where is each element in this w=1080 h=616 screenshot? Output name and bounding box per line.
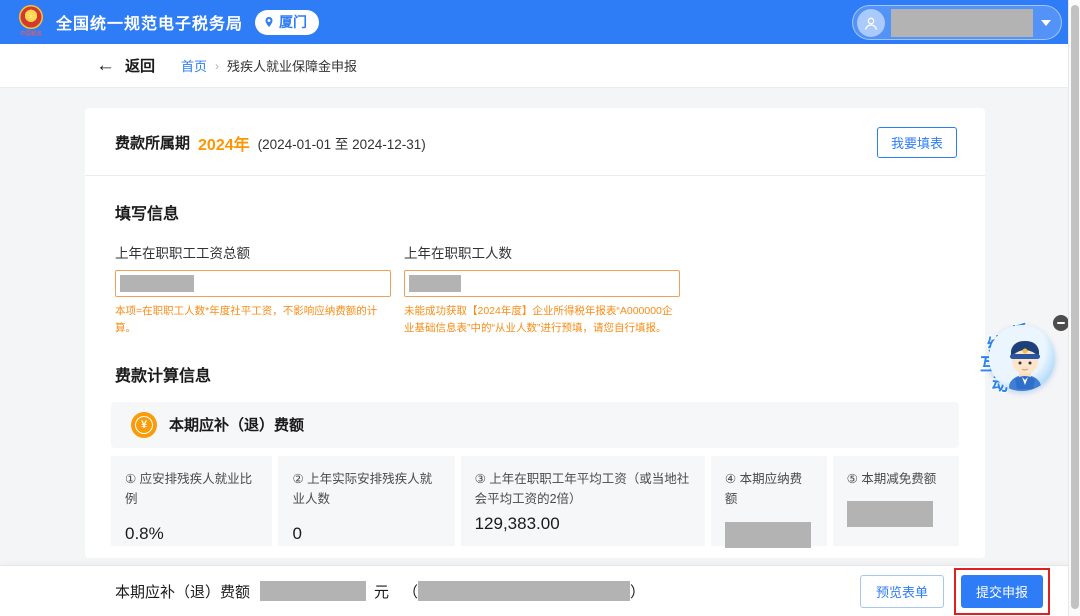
tax-bureau-logo: 中国税务	[14, 5, 48, 40]
redacted-value	[847, 501, 933, 527]
calc-cell-reduction: ⑤ 本期减免费额	[833, 456, 959, 546]
tax-emblem-icon	[19, 5, 43, 29]
user-avatar-icon	[857, 9, 885, 37]
redacted-amount	[260, 581, 366, 601]
breadcrumb-separator: ›	[215, 59, 219, 73]
redacted-value	[725, 522, 811, 548]
employee-count-label: 上年在职职工人数	[404, 242, 680, 262]
mascot-avatar[interactable]	[989, 325, 1055, 391]
declaration-card: 费款所属期 2024年 (2024-01-01 至 2024-12-31) 我要…	[85, 108, 985, 558]
scrollbar-thumb[interactable]	[1071, 5, 1079, 609]
calc-table: ① 应安排残疾人就业比例 0.8% ② 上年实际安排残疾人就业人数 0 ③ 上年…	[111, 456, 959, 546]
app-header: 中国税务 全国统一规范电子税务局 厦门	[0, 0, 1080, 44]
annotation-highlight-box: 提交申报	[954, 568, 1050, 615]
salary-total-field-group: 上年在职职工工资总额 本项=在职职工人数*年度社平工资，不影响应纳费额的计算。	[115, 242, 391, 338]
back-button[interactable]: ← 返回	[96, 55, 155, 76]
period-label: 费款所属期	[115, 132, 190, 153]
employee-count-hint: 未能成功获取【2024年度】企业所得税年报表“A000000企业基础信息表”中的…	[404, 303, 680, 338]
calc-cell-avg-salary: ③ 上年在职职工年平均工资（或当地社会平均工资的2倍） 129,383.00	[461, 456, 705, 546]
breadcrumb-bar: ← 返回 首页 › 残疾人就业保障金申报	[0, 44, 1080, 88]
page-scrollbar	[1068, 0, 1080, 616]
user-account-menu[interactable]	[852, 5, 1062, 40]
fill-info-title: 填写信息	[85, 176, 985, 224]
employee-count-field-group: 上年在职职工人数 未能成功获取【2024年度】企业所得税年报表“A000000企…	[404, 242, 680, 338]
preview-form-button[interactable]: 预览表单	[860, 575, 944, 608]
footer-amount-label: 本期应补（退）费额	[115, 581, 250, 602]
minimize-widget-button[interactable]	[1053, 315, 1069, 331]
chevron-down-icon	[1041, 20, 1051, 26]
calc-banner: ¥ 本期应补（退）费额	[111, 402, 959, 448]
tax-interaction-widget: 征 纳 互 动	[975, 312, 1071, 398]
redacted-value	[120, 275, 194, 292]
app-title: 全国统一规范电子税务局	[56, 10, 243, 34]
footer-action-bar: 本期应补（退）费额 元 （ ） 预览表单 提交申报	[0, 565, 1080, 616]
location-selector[interactable]: 厦门	[255, 10, 319, 35]
employee-count-input[interactable]	[404, 270, 680, 297]
calc-cell-actual-count: ② 上年实际安排残疾人就业人数 0	[278, 456, 454, 546]
coin-icon: ¥	[131, 412, 157, 438]
breadcrumb-current: 残疾人就业保障金申报	[227, 56, 357, 75]
calc-cell-payable: ④ 本期应纳费额	[711, 456, 827, 546]
redacted-amount-words	[418, 581, 630, 601]
calc-cell-ratio: ① 应安排残疾人就业比例 0.8%	[111, 456, 272, 546]
calc-value: 129,383.00	[475, 514, 691, 534]
fill-info-form: 上年在职职工工资总额 本项=在职职工人数*年度社平工资，不影响应纳费额的计算。 …	[85, 224, 985, 338]
calc-banner-label: 本期应补（退）费额	[169, 414, 304, 435]
submit-declaration-button[interactable]: 提交申报	[961, 575, 1043, 608]
period-header: 费款所属期 2024年 (2024-01-01 至 2024-12-31) 我要…	[85, 108, 985, 176]
location-pin-icon	[263, 16, 275, 28]
calc-value: 0.8%	[125, 524, 258, 544]
calc-value: 0	[292, 524, 440, 544]
redacted-username	[891, 9, 1033, 37]
logo-caption: 中国税务	[20, 29, 42, 37]
fill-form-button[interactable]: 我要填表	[877, 127, 957, 158]
salary-total-label: 上年在职职工工资总额	[115, 242, 391, 262]
back-arrow-icon: ←	[96, 56, 115, 75]
breadcrumb-home-link[interactable]: 首页	[181, 56, 207, 75]
redacted-value	[409, 275, 461, 292]
location-label: 厦门	[279, 12, 307, 32]
calc-info-title: 费款计算信息	[85, 338, 985, 386]
salary-total-input[interactable]	[115, 270, 391, 297]
footer-unit: 元	[374, 581, 389, 602]
footer-buttons: 预览表单 提交申报	[860, 568, 1050, 615]
salary-total-hint: 本项=在职职工人数*年度社平工资，不影响应纳费额的计算。	[115, 303, 391, 338]
breadcrumb: 首页 › 残疾人就业保障金申报	[181, 56, 357, 75]
period-range: (2024-01-01 至 2024-12-31)	[258, 133, 426, 153]
back-label: 返回	[125, 55, 155, 76]
period-year: 2024年	[198, 131, 250, 155]
